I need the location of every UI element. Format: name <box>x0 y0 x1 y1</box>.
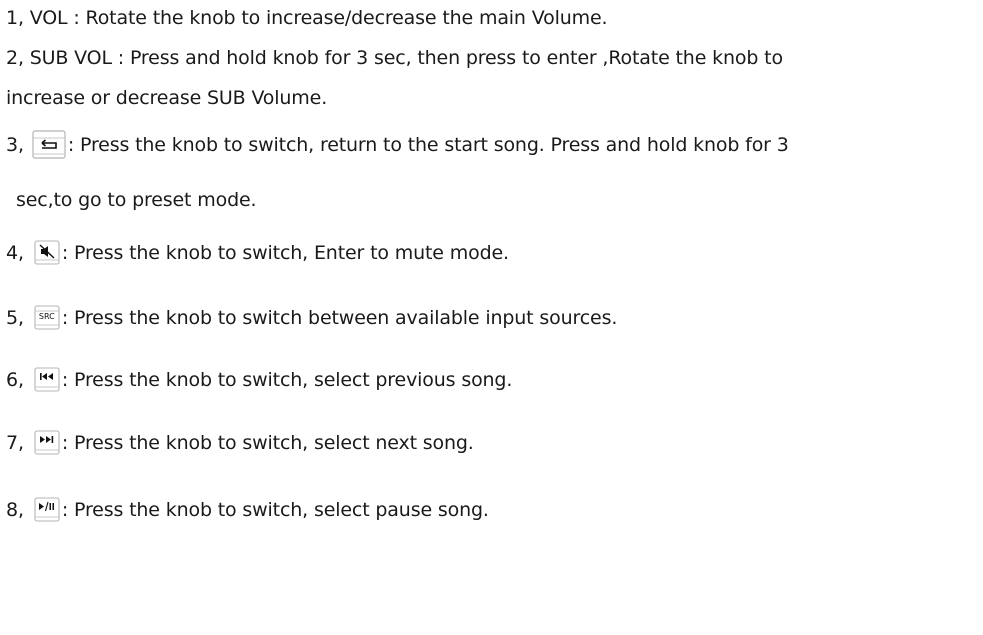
manual-page: { "items": [ { "number": "1,", "text": "… <box>0 0 983 635</box>
instruction-1: 1, VOL : Rotate the knob to increase/dec… <box>6 5 608 31</box>
item-text: : Press the knob to switch, return to th… <box>67 134 789 156</box>
item-text: : Press the knob to switch, select previ… <box>61 369 513 391</box>
instruction-2: 2, SUB VOL : Press and hold knob for 3 s… <box>6 45 783 71</box>
item-number: 6, <box>6 369 24 391</box>
source-icon-label: SRC <box>38 312 55 321</box>
item-number: 8, <box>6 499 24 521</box>
item-number: 4, <box>6 242 24 264</box>
item-number: 5, <box>6 307 24 329</box>
source-icon: SRC <box>34 305 60 331</box>
item-text: : Press the knob to switch between avail… <box>61 307 618 329</box>
item-text: SUB VOL : Press and hold knob for 3 sec,… <box>29 47 783 69</box>
instruction-3: 3, : Press the knob to switch, return to… <box>6 130 789 160</box>
play-pause-icon <box>34 497 60 523</box>
previous-track-icon <box>34 367 60 393</box>
item-text-continuation: increase or decrease SUB Volume. <box>6 87 328 109</box>
mute-icon <box>34 240 60 266</box>
instruction-2-continuation: increase or decrease SUB Volume. <box>6 85 327 111</box>
item-text-continuation: sec,to go to preset mode. <box>16 189 257 211</box>
item-number: 2, <box>6 47 24 69</box>
item-text: VOL : Rotate the knob to increase/decrea… <box>29 7 608 29</box>
item-text: : Press the knob to switch, select next … <box>61 432 474 454</box>
item-text: : Press the knob to switch, select pause… <box>61 499 489 521</box>
instruction-7: 7, : Press the knob to switch, select ne… <box>6 430 474 456</box>
instruction-4: 4, : Press the knob to switch, Enter to … <box>6 240 509 266</box>
item-number: 1, <box>6 7 24 29</box>
return-icon <box>32 130 66 160</box>
item-number: 7, <box>6 432 24 454</box>
instruction-3-continuation: sec,to go to preset mode. <box>16 187 257 213</box>
next-track-icon <box>34 430 60 456</box>
instruction-6: 6, : Press the knob to switch, select pr… <box>6 367 512 393</box>
instruction-8: 8, : Press the knob to switch, select pa… <box>6 497 489 523</box>
instruction-5: 5, SRC : Press the knob to switch betwee… <box>6 305 617 331</box>
item-number: 3, <box>6 134 24 156</box>
item-text: : Press the knob to switch, Enter to mut… <box>61 242 509 264</box>
